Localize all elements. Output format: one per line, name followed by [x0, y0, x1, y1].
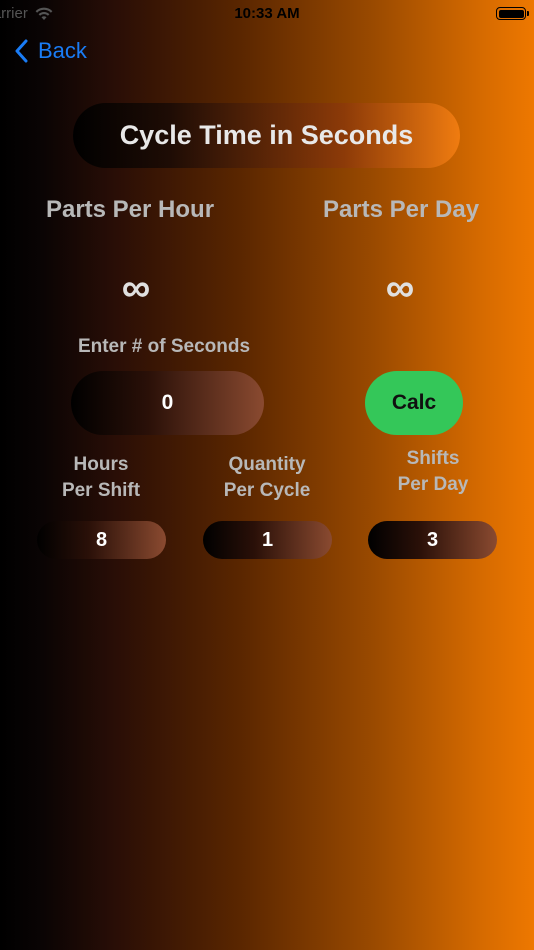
status-time: 10:33 AM [234, 5, 300, 22]
status-bar: Carrier 10:33 AM [0, 0, 534, 28]
seconds-label: Enter # of Seconds [77, 336, 251, 357]
parts-per-day-label: Parts Per Day [322, 196, 480, 223]
shifts-per-day-label: Shifts Per Day [363, 446, 503, 498]
seconds-input-value: 0 [161, 391, 174, 414]
parts-per-day-value: ∞ [385, 266, 415, 310]
page-title: Cycle Time in Seconds [73, 103, 460, 168]
battery-icon [496, 7, 529, 20]
quantity-per-cycle-label: Quantity Per Cycle [196, 452, 338, 504]
page-title-text: Cycle Time in Seconds [119, 120, 414, 150]
parts-per-hour-value: ∞ [121, 266, 151, 310]
hours-per-shift-label-line2: Per Shift [61, 480, 141, 501]
shifts-per-day-input[interactable]: 3 [368, 521, 497, 559]
back-label: Back [38, 38, 87, 63]
chevron-left-icon [15, 39, 28, 63]
shifts-per-day-label-line1: Shifts [406, 448, 460, 469]
quantity-per-cycle-label-line2: Per Cycle [223, 480, 311, 501]
quantity-per-cycle-input[interactable]: 1 [203, 521, 332, 559]
calc-button-label: Calc [391, 391, 437, 414]
shifts-per-day-value: 3 [426, 528, 439, 551]
quantity-per-cycle-label-line1: Quantity [228, 454, 306, 475]
calc-button[interactable]: Calc [365, 371, 463, 435]
hours-per-shift-value: 8 [95, 528, 108, 551]
seconds-input[interactable]: 0 [71, 371, 264, 435]
quantity-per-cycle-value: 1 [261, 528, 274, 551]
back-button[interactable]: Back [14, 38, 87, 64]
parts-per-hour-label: Parts Per Hour [45, 196, 215, 223]
hours-per-shift-label: Hours Per Shift [31, 452, 171, 504]
hours-per-shift-input[interactable]: 8 [37, 521, 166, 559]
shifts-per-day-label-line2: Per Day [397, 474, 469, 495]
hours-per-shift-label-line1: Hours [73, 454, 129, 475]
